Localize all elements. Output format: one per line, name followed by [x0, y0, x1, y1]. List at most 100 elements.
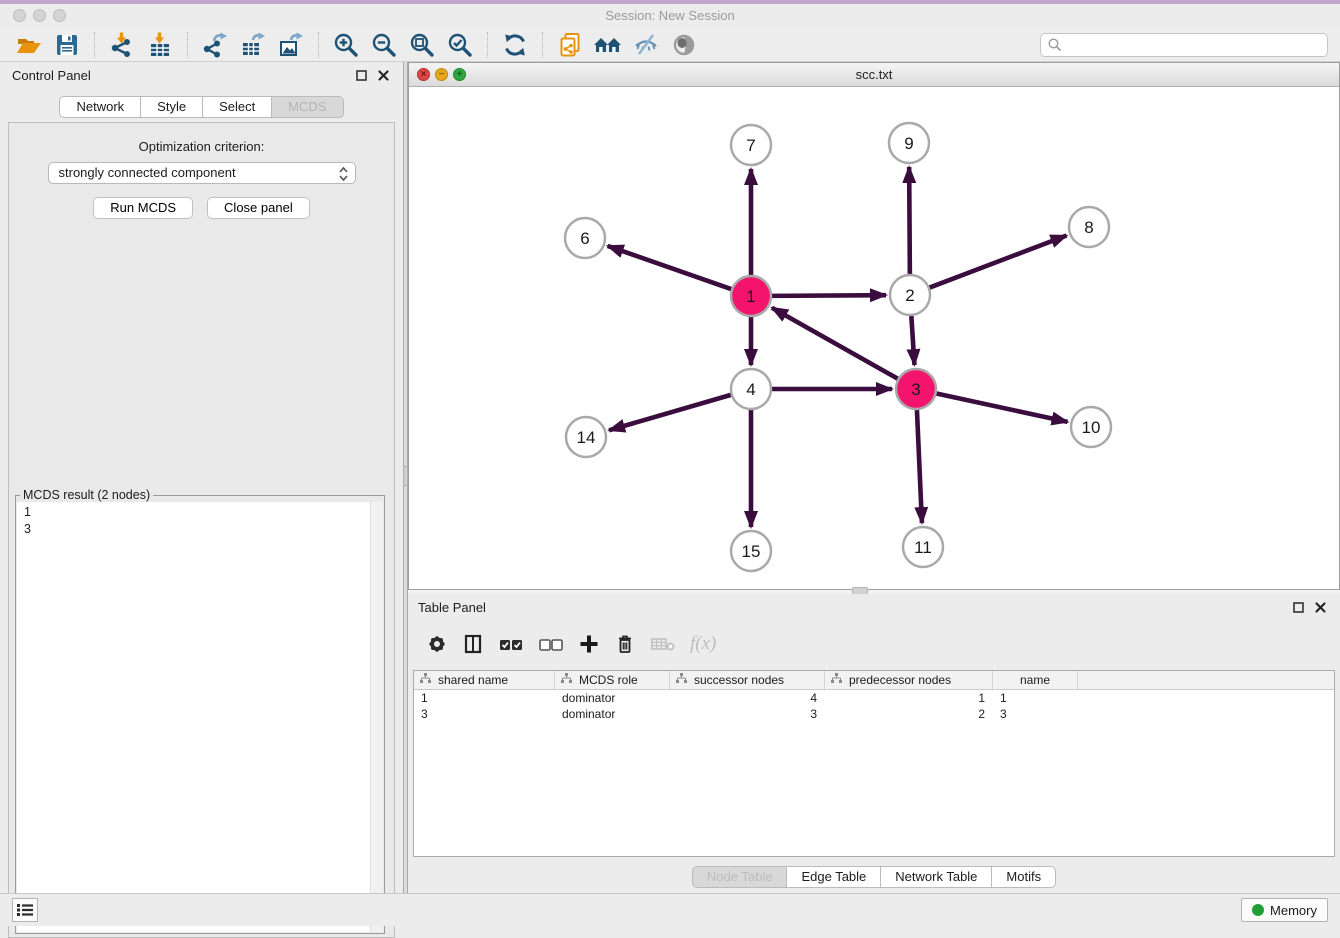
select-all-rows-icon[interactable]	[498, 633, 524, 655]
graph-node-6[interactable]: 6	[565, 218, 605, 258]
first-neighbors-icon[interactable]	[593, 31, 623, 59]
graph-edge-3-1[interactable]	[772, 308, 898, 379]
dropdown-stepper-icon	[338, 165, 349, 189]
toggle-column-display-icon[interactable]	[462, 633, 484, 655]
tab-style[interactable]: Style	[141, 96, 203, 118]
graph-node-4[interactable]: 4	[731, 369, 771, 409]
close-panel-button[interactable]: Close panel	[207, 197, 310, 219]
graph-node-label: 3	[911, 380, 920, 399]
table-row[interactable]: 1dominator411	[414, 690, 1334, 706]
table-cell[interactable]: dominator	[555, 691, 670, 705]
delete-table-icon[interactable]	[650, 633, 676, 655]
add-column-icon[interactable]	[578, 633, 600, 655]
function-builder-icon[interactable]: f(x)	[690, 633, 716, 655]
graph-edge-1-6[interactable]	[608, 246, 732, 289]
graph-node-1[interactable]: 1	[731, 276, 771, 316]
hide-selected-icon[interactable]	[631, 31, 661, 59]
column-header-successor-nodes[interactable]: successor nodes	[670, 671, 825, 689]
show-all-icon[interactable]	[669, 31, 699, 59]
run-mcds-button[interactable]: Run MCDS	[93, 197, 193, 219]
table-cell[interactable]: 1	[993, 691, 1078, 705]
table-cell[interactable]: 3	[414, 707, 555, 721]
graph-node-2[interactable]: 2	[890, 275, 930, 315]
graph-edge-2-3[interactable]	[911, 316, 914, 365]
graph-edge-1-2[interactable]	[772, 295, 886, 296]
delete-column-icon[interactable]	[614, 633, 636, 655]
column-header-label: successor nodes	[694, 673, 784, 687]
deselect-all-rows-icon[interactable]	[538, 633, 564, 655]
tab-mcds[interactable]: MCDS	[272, 96, 343, 118]
open-session-icon[interactable]	[14, 31, 44, 59]
import-table-icon[interactable]	[145, 31, 175, 59]
graph-node-11[interactable]: 11	[903, 527, 943, 567]
graph-edge-3-10[interactable]	[937, 393, 1068, 421]
zoom-selected-icon[interactable]	[445, 31, 475, 59]
export-image-icon[interactable]	[276, 31, 306, 59]
sort-hierarchy-icon	[831, 673, 842, 687]
tab-edge-table[interactable]: Edge Table	[787, 866, 881, 888]
table-cell[interactable]: 2	[825, 707, 993, 721]
export-table-icon[interactable]	[238, 31, 268, 59]
table-settings-icon[interactable]	[426, 633, 448, 655]
node-table[interactable]: shared name MCDS role successor nodes prede…	[413, 670, 1335, 857]
search-field[interactable]	[1040, 33, 1328, 57]
table-cell[interactable]: 3	[670, 707, 825, 721]
search-input[interactable]	[1063, 35, 1327, 55]
float-table-panel-icon[interactable]	[1290, 599, 1306, 615]
zoom-fit-icon[interactable]	[407, 31, 437, 59]
graph-edge-4-14[interactable]	[609, 395, 731, 430]
table-cell[interactable]: dominator	[555, 707, 670, 721]
apply-layout-icon[interactable]	[500, 31, 530, 59]
graph-node-label: 4	[746, 380, 755, 399]
new-network-from-selection-icon[interactable]	[555, 31, 585, 59]
graph-edge-2-9[interactable]	[909, 167, 910, 274]
tab-motifs[interactable]: Motifs	[992, 866, 1056, 888]
export-network-icon[interactable]	[200, 31, 230, 59]
graph-node-7[interactable]: 7	[731, 125, 771, 165]
network-window-titlebar[interactable]: × − + scc.txt	[409, 63, 1339, 87]
save-session-icon[interactable]	[52, 31, 82, 59]
float-panel-icon[interactable]	[353, 67, 369, 83]
column-header-label: shared name	[438, 673, 508, 687]
optimization-criterion-select[interactable]: strongly connected component	[48, 162, 356, 184]
memory-button[interactable]: Memory	[1241, 898, 1328, 922]
table-cell[interactable]: 3	[993, 707, 1078, 721]
sort-hierarchy-icon	[676, 673, 687, 687]
scrollbar-track[interactable]	[370, 502, 383, 932]
graph-edge-2-8[interactable]	[930, 236, 1067, 288]
import-network-icon[interactable]	[107, 31, 137, 59]
column-header-predecessor-nodes[interactable]: predecessor nodes	[825, 671, 993, 689]
graph-node-10[interactable]: 10	[1071, 407, 1111, 447]
table-cell[interactable]: 4	[670, 691, 825, 705]
graph-node-14[interactable]: 14	[566, 417, 606, 457]
control-panel-header: Control Panel	[0, 62, 403, 88]
tab-select[interactable]: Select	[203, 96, 272, 118]
table-panel: Table Panel	[408, 594, 1340, 893]
table-cell[interactable]: 1	[825, 691, 993, 705]
close-panel-icon[interactable]	[375, 67, 391, 83]
close-table-panel-icon[interactable]	[1312, 599, 1328, 615]
column-header-shared-name[interactable]: shared name	[414, 671, 555, 689]
network-graph-canvas[interactable]: 1 2 3 4 6 7 8 9 10 11 14 15	[409, 87, 1339, 589]
graph-node-15[interactable]: 15	[731, 531, 771, 571]
graph-node-3[interactable]: 3	[896, 369, 936, 409]
table-cell[interactable]: 1	[414, 691, 555, 705]
zoom-out-icon[interactable]	[369, 31, 399, 59]
memory-label: Memory	[1270, 903, 1317, 918]
tab-node-table[interactable]: Node Table	[692, 866, 788, 888]
control-panel-title: Control Panel	[12, 68, 347, 83]
graph-node-9[interactable]: 9	[889, 123, 929, 163]
tab-network-table[interactable]: Network Table	[881, 866, 992, 888]
column-header-name[interactable]: name	[993, 671, 1078, 689]
table-row[interactable]: 3dominator323	[414, 706, 1334, 722]
tab-network[interactable]: Network	[59, 96, 141, 118]
graph-node-label: 7	[746, 136, 755, 155]
mcds-result-node: 1	[24, 504, 383, 521]
graph-node-8[interactable]: 8	[1069, 207, 1109, 247]
graph-edge-3-11[interactable]	[917, 410, 922, 523]
table-panel-title: Table Panel	[418, 600, 1284, 615]
task-history-button[interactable]	[12, 898, 38, 922]
zoom-in-icon[interactable]	[331, 31, 361, 59]
mcds-result-list[interactable]: 13	[17, 502, 383, 932]
column-header-mcds-role[interactable]: MCDS role	[555, 671, 670, 689]
